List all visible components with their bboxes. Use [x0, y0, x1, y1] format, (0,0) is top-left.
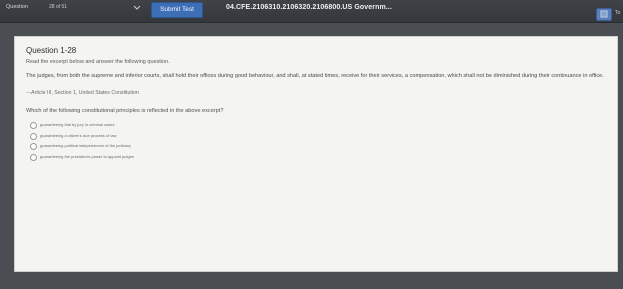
question-prompt: Which of the following constitutional pr…: [26, 108, 224, 114]
answer-choice-label: guaranteeing political independence of t…: [40, 143, 131, 148]
radio-button[interactable]: [30, 122, 37, 129]
test-title: 04.CFE.2106310.2106320.2106800.US Govern…: [226, 4, 392, 11]
answer-choice-label: guaranteeing the president's power to ap…: [40, 153, 134, 159]
question-instructions: Read the excerpt below and answer the fo…: [26, 59, 170, 65]
radio-button[interactable]: [30, 132, 37, 140]
question-excerpt: The judges, from both the supreme and in…: [26, 73, 604, 79]
question-count: 28 of 51: [49, 4, 68, 10]
tools-label[interactable]: To: [615, 10, 620, 16]
radio-button[interactable]: [30, 143, 37, 150]
excerpt-citation: ---Article III, Section 1, United States…: [26, 90, 139, 96]
chevron-down-icon[interactable]: [132, 3, 142, 13]
top-toolbar: Question 28 of 51 Submit Test 04.CFE.210…: [0, 0, 623, 23]
answer-choice-label: guaranteeing a citizen's due process of …: [40, 132, 117, 138]
calculator-icon[interactable]: [596, 8, 612, 21]
question-label: Question: [6, 4, 29, 10]
question-panel: Question 1-28 Read the excerpt below and…: [14, 36, 618, 272]
answer-choice-label: guaranteeing trial by jury in criminal c…: [40, 122, 115, 127]
radio-button[interactable]: [30, 153, 37, 161]
submit-test-button[interactable]: Submit Test: [151, 2, 203, 18]
question-title: Question 1-28: [26, 46, 77, 55]
